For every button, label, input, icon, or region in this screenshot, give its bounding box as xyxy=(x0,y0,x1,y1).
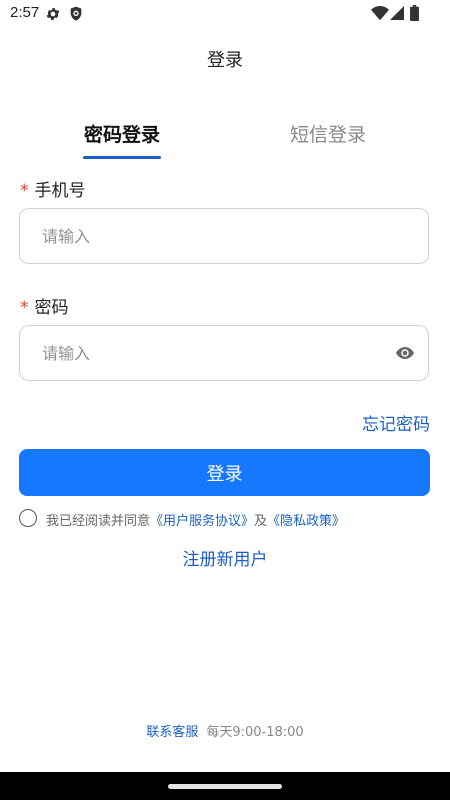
phone-input[interactable] xyxy=(42,209,372,263)
navigation-bar xyxy=(0,772,450,800)
footer: 联系客服 每天9:00-18:00 xyxy=(0,721,450,740)
agreement-prefix: 我已经阅读并同意 xyxy=(46,514,151,529)
gear-icon xyxy=(46,8,60,20)
phone-label-text: 手机号 xyxy=(34,181,86,201)
tab-sms-login[interactable]: 短信登录 xyxy=(276,120,380,147)
signal-icon xyxy=(390,6,404,20)
shield-icon xyxy=(70,6,82,21)
page-title: 登录 xyxy=(207,50,243,71)
active-tab-indicator xyxy=(83,156,161,159)
battery-icon xyxy=(410,5,419,21)
eye-icon[interactable] xyxy=(396,345,414,361)
tab-password-login[interactable]: 密码登录 xyxy=(70,120,174,147)
register-link[interactable]: 注册新用户 xyxy=(0,545,450,570)
wifi-icon xyxy=(371,6,389,21)
phone-input-box xyxy=(19,208,429,264)
status-time: 2:57 xyxy=(10,4,40,21)
agreement-text: 我已经阅读并同意《用户服务协议》及《隐私政策》 xyxy=(46,510,345,529)
forgot-password-link[interactable]: 忘记密码 xyxy=(362,410,430,435)
login-button[interactable]: 登录 xyxy=(19,449,430,496)
required-mark: * xyxy=(20,181,29,201)
status-bar: 2:57 xyxy=(0,0,450,28)
agreement-radio[interactable] xyxy=(19,509,37,527)
password-input[interactable] xyxy=(42,326,372,380)
required-mark: * xyxy=(20,298,29,318)
contact-support-link[interactable]: 联系客服 xyxy=(146,725,198,740)
login-screen: 2:57 登录 密码登录 短信登录 *手机号 *密码 xyxy=(0,0,450,800)
password-label: * 密码 xyxy=(20,293,69,318)
home-gesture-handle[interactable] xyxy=(168,784,282,789)
terms-link[interactable]: 《用户服务协议》 xyxy=(150,514,254,529)
service-hours: 每天9:00-18:00 xyxy=(206,725,304,740)
privacy-link[interactable]: 《隐私政策》 xyxy=(267,514,345,529)
agreement-conjunction: 及 xyxy=(254,514,268,529)
password-input-box xyxy=(19,325,429,381)
password-label-text: 密码 xyxy=(34,298,69,318)
phone-label: * 手机号 xyxy=(20,176,86,201)
